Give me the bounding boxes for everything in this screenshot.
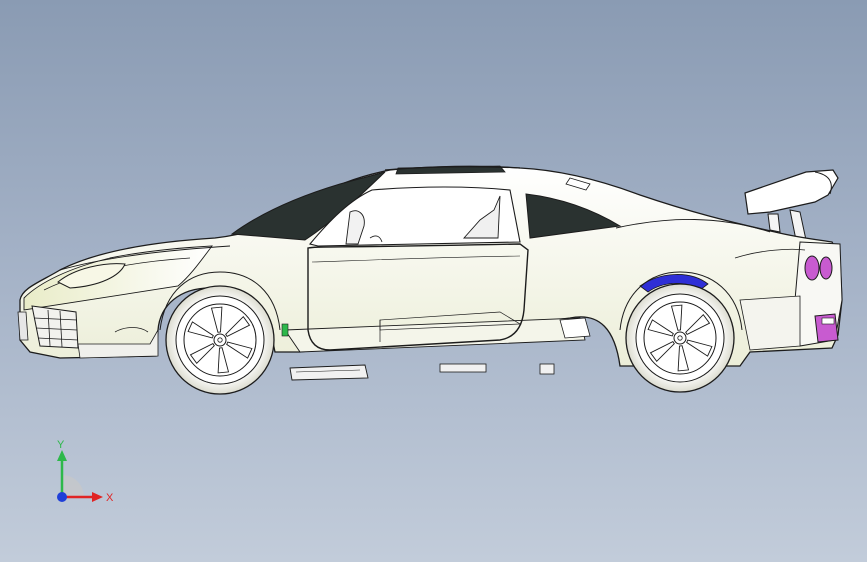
car-model[interactable] [0,0,867,562]
x-axis-label: X [106,492,114,504]
coordinate-triad: Y X [57,439,114,504]
y-axis-arrowhead [57,450,67,461]
cad-graphics-viewport[interactable]: Y X [0,0,867,562]
x-axis-arrowhead [92,492,103,502]
y-axis-label: Y [57,439,65,451]
front-wheel [165,285,275,395]
z-axis-dot [57,492,67,502]
rear-wheel [625,283,735,393]
